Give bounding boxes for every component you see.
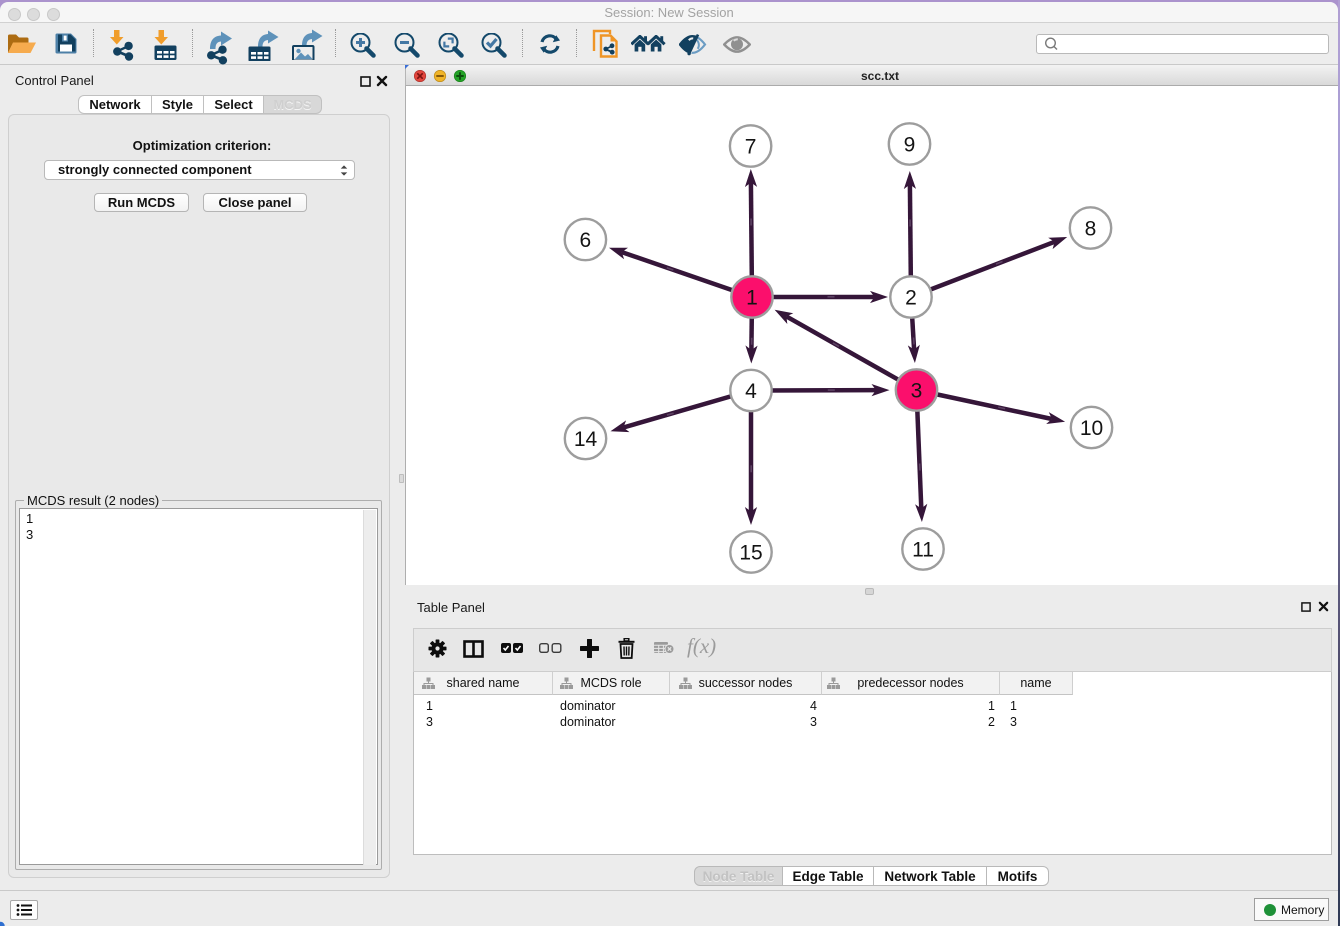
svg-text:7: 7 [745,136,757,159]
svg-text:11: 11 [912,539,934,562]
svg-text:1: 1 [746,287,758,310]
svg-text:4: 4 [745,380,757,403]
svg-text:15: 15 [739,542,762,565]
svg-text:6: 6 [580,229,592,252]
svg-text:14: 14 [574,428,598,451]
svg-text:3: 3 [911,380,923,403]
svg-text:8: 8 [1085,218,1097,241]
svg-text:2: 2 [905,287,917,310]
svg-text:9: 9 [904,134,916,157]
svg-text:10: 10 [1080,417,1103,440]
